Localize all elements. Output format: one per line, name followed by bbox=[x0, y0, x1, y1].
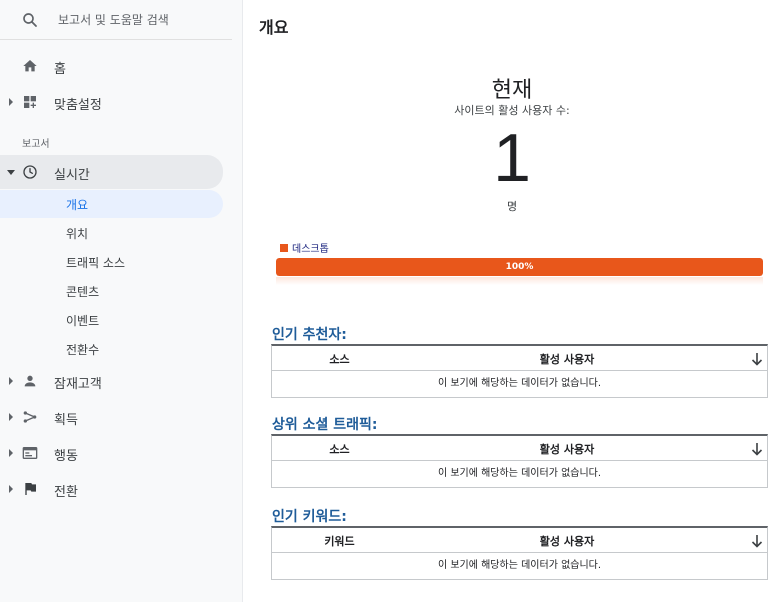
device-legend-label: 데스크톱 bbox=[292, 244, 329, 255]
sidebar-item-customization[interactable]: 맞춤설정 bbox=[0, 88, 232, 116]
top-social-traffic-table: 소스 활성 사용자 이 보기에 해당하는 데이터가 없습니다. bbox=[271, 434, 768, 488]
sidebar-subitem-traffic-sources[interactable]: 트래픽 소스 bbox=[0, 248, 223, 276]
sidebar-item-label: 맞춤설정 bbox=[54, 98, 102, 113]
sidebar-subitem-label: 위치 bbox=[66, 227, 89, 241]
sidebar-item-behavior[interactable]: 행동 bbox=[0, 439, 232, 467]
search-input[interactable] bbox=[58, 10, 223, 30]
legend-swatch bbox=[280, 244, 288, 252]
active-users-count: 1 bbox=[493, 120, 531, 196]
person-icon bbox=[22, 373, 38, 389]
chevron-right-icon[interactable] bbox=[9, 449, 13, 457]
sidebar-item-label: 홈 bbox=[54, 62, 66, 77]
home-icon bbox=[22, 58, 38, 74]
page-title: 개요 bbox=[259, 18, 289, 37]
column-header-active-users[interactable]: 활성 사용자 bbox=[407, 533, 727, 549]
device-legend: 데스크톱 bbox=[280, 240, 329, 255]
column-header-keyword[interactable]: 키워드 bbox=[272, 533, 407, 549]
sidebar-subitem-events[interactable]: 이벤트 bbox=[0, 306, 223, 334]
column-header-active-users[interactable]: 활성 사용자 bbox=[407, 351, 727, 367]
table-header: 소스 활성 사용자 bbox=[272, 436, 767, 461]
search-icon[interactable] bbox=[21, 11, 39, 33]
sidebar-item-conversions[interactable]: 전환 bbox=[0, 475, 232, 503]
browser-window-icon bbox=[22, 445, 38, 461]
device-share-bar[interactable]: 100% bbox=[276, 258, 763, 276]
column-header-active-users[interactable]: 활성 사용자 bbox=[407, 441, 727, 457]
empty-message: 이 보기에 해당하는 데이터가 없습니다. bbox=[437, 468, 602, 479]
sidebar-subitem-content[interactable]: 콘텐츠 bbox=[0, 277, 223, 305]
chevron-down-icon[interactable] bbox=[7, 170, 15, 175]
reports-section-label: 보고서 bbox=[22, 139, 50, 150]
sort-down-icon[interactable] bbox=[751, 351, 763, 366]
now-label: 현재 bbox=[491, 78, 533, 103]
sidebar-subitem-label: 개요 bbox=[66, 198, 89, 212]
sidebar-subitem-overview[interactable]: 개요 bbox=[0, 190, 223, 218]
bar-shadow bbox=[276, 277, 763, 285]
column-header-source[interactable]: 소스 bbox=[272, 351, 407, 367]
top-social-traffic-title: 상위 소셜 트래픽: bbox=[272, 417, 378, 433]
sidebar-subitem-label: 트래픽 소스 bbox=[66, 256, 126, 270]
top-keywords-table: 키워드 활성 사용자 이 보기에 해당하는 데이터가 없습니다. bbox=[271, 526, 768, 580]
top-keywords-title: 인기 키워드: bbox=[272, 509, 347, 525]
sidebar-subitem-label: 전환수 bbox=[66, 343, 100, 357]
empty-message: 이 보기에 해당하는 데이터가 없습니다. bbox=[437, 560, 602, 571]
sidebar-item-realtime[interactable]: 실시간 bbox=[0, 155, 223, 189]
sidebar-item-home[interactable]: 홈 bbox=[0, 52, 232, 80]
main-content: 개요 현재 사이트의 활성 사용자 수: 1 명 데스크톱 100% 인기 추천… bbox=[244, 0, 780, 602]
dashboard-add-icon bbox=[22, 94, 38, 110]
sidebar-subitem-label: 이벤트 bbox=[66, 314, 100, 328]
table-header: 키워드 활성 사용자 bbox=[272, 528, 767, 553]
sidebar-item-label: 잠재고객 bbox=[54, 377, 102, 392]
active-users-unit: 명 bbox=[506, 200, 518, 213]
chevron-right-icon[interactable] bbox=[9, 485, 13, 493]
sidebar-item-label: 전환 bbox=[54, 485, 78, 500]
sidebar-item-label: 획득 bbox=[54, 413, 78, 428]
device-share-percent: 100% bbox=[505, 262, 534, 272]
sidebar-item-label: 실시간 bbox=[54, 168, 90, 183]
top-referrals-table: 소스 활성 사용자 이 보기에 해당하는 데이터가 없습니다. bbox=[271, 344, 768, 398]
flag-icon bbox=[22, 481, 38, 497]
sidebar-item-acquisition[interactable]: 획득 bbox=[0, 403, 232, 431]
sidebar-item-label: 행동 bbox=[54, 449, 78, 464]
column-header-source[interactable]: 소스 bbox=[272, 441, 407, 457]
active-users-caption: 사이트의 활성 사용자 수: bbox=[454, 104, 570, 117]
sidebar-item-audience[interactable]: 잠재고객 bbox=[0, 367, 232, 395]
top-referrals-title: 인기 추천자: bbox=[272, 327, 347, 343]
search-bar bbox=[0, 0, 232, 40]
chevron-right-icon[interactable] bbox=[9, 377, 13, 385]
sort-down-icon[interactable] bbox=[751, 441, 763, 456]
chevron-right-icon[interactable] bbox=[9, 413, 13, 421]
sidebar-subitem-label: 콘텐츠 bbox=[66, 285, 100, 299]
device-share-bar-fill: 100% bbox=[276, 258, 763, 276]
merge-icon bbox=[22, 409, 38, 425]
table-header: 소스 활성 사용자 bbox=[272, 346, 767, 371]
empty-message: 이 보기에 해당하는 데이터가 없습니다. bbox=[437, 378, 602, 389]
sidebar: 홈 맞춤설정 보고서 실시간 개요 위치 트래픽 소스 콘텐츠 이벤트 전환수 bbox=[0, 0, 243, 602]
clock-icon bbox=[22, 164, 38, 180]
sidebar-subitem-conversions[interactable]: 전환수 bbox=[0, 335, 223, 363]
sort-down-icon[interactable] bbox=[751, 533, 763, 548]
sidebar-subitem-locations[interactable]: 위치 bbox=[0, 219, 223, 247]
chevron-right-icon[interactable] bbox=[9, 98, 13, 106]
